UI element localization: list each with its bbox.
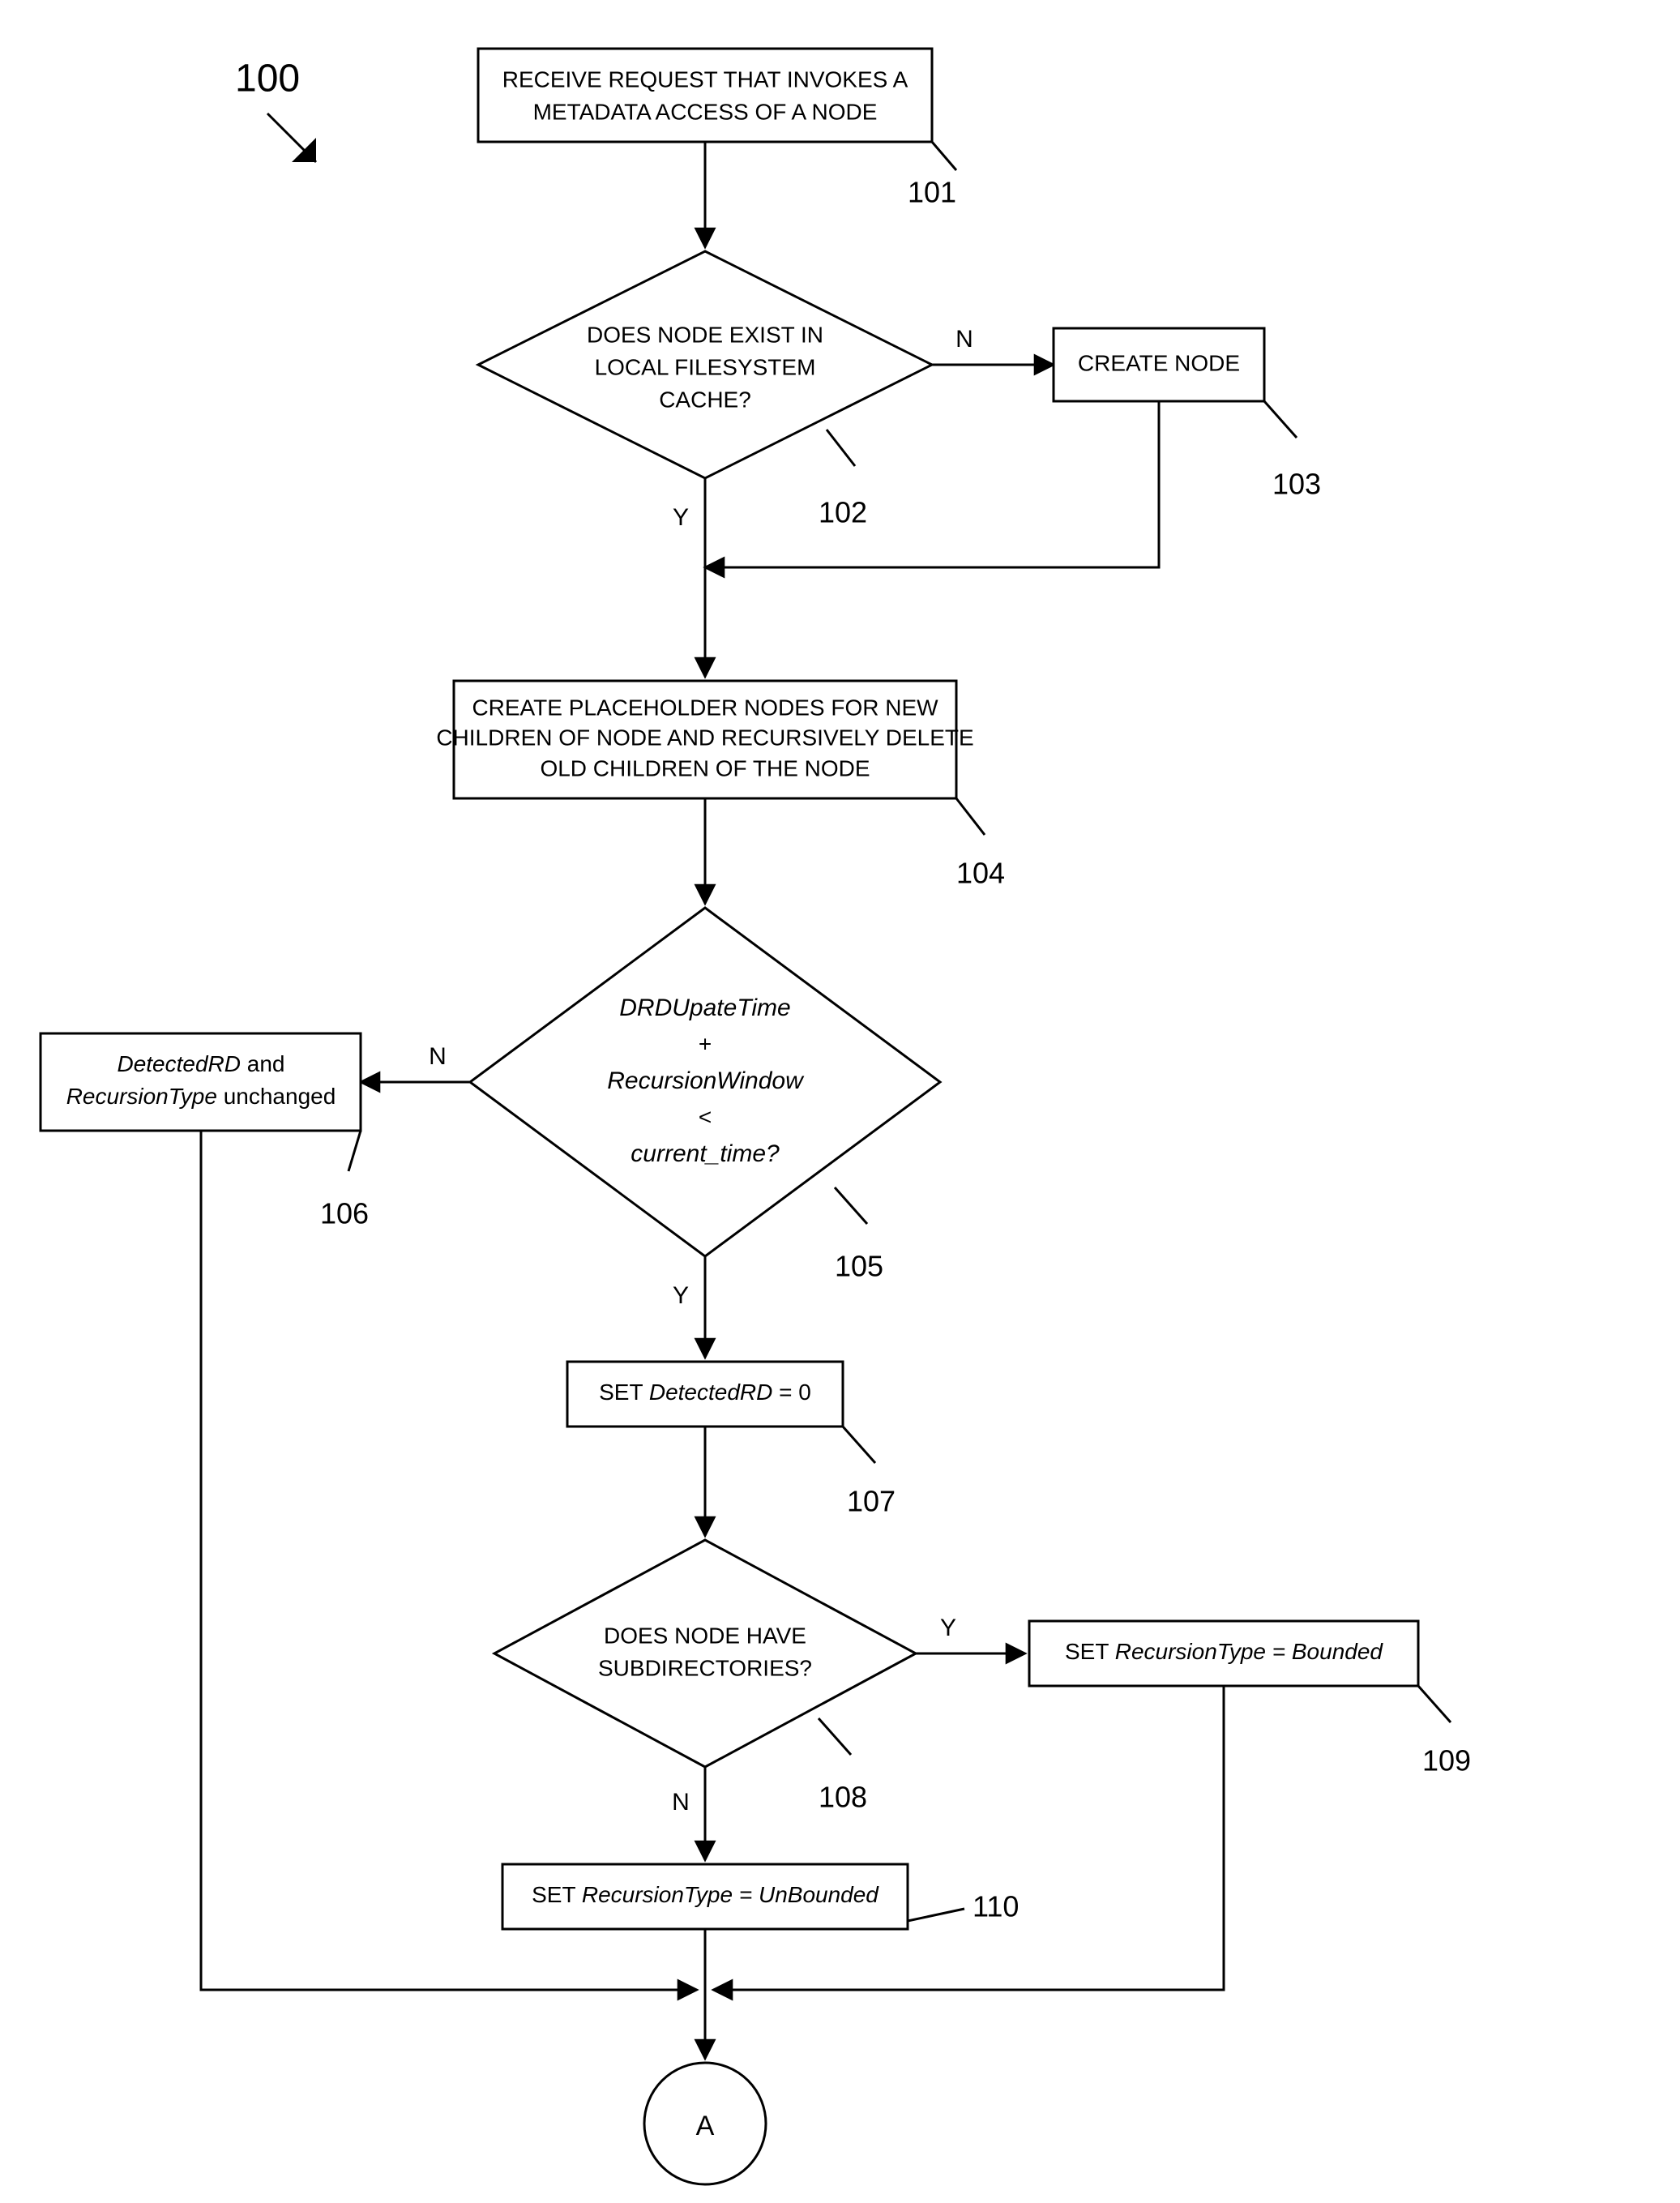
svg-text:103: 103	[1272, 468, 1321, 501]
edge-106-to-merge	[201, 1131, 697, 1990]
svg-text:N: N	[672, 1789, 690, 1816]
step-110-set-unbounded: SET RecursionType = UnBounded 110	[502, 1864, 1019, 1929]
svg-text:105: 105	[835, 1250, 883, 1283]
svg-text:SET RecursionType = UnBounded: SET RecursionType = UnBounded	[532, 1882, 879, 1907]
edge-109-to-merge	[713, 1686, 1224, 1990]
svg-text:A: A	[696, 2111, 715, 2141]
svg-text:110: 110	[973, 1890, 1019, 1923]
svg-text:<: <	[699, 1104, 712, 1129]
svg-text:107: 107	[847, 1485, 896, 1518]
step-104-create-placeholders: CREATE PLACEHOLDER NODES FOR NEW CHILDRE…	[436, 681, 1005, 890]
svg-text:RecursionType unchanged: RecursionType unchanged	[66, 1084, 336, 1109]
svg-text:104: 104	[956, 857, 1005, 890]
step-103-create-node: CREATE NODE 103	[1054, 328, 1321, 501]
svg-text:CREATE PLACEHOLDER NODES FOR N: CREATE PLACEHOLDER NODES FOR NEW	[472, 695, 938, 720]
svg-text:Y: Y	[940, 1615, 956, 1641]
svg-text:RecursionWindow: RecursionWindow	[607, 1067, 805, 1094]
svg-text:Y: Y	[673, 1282, 689, 1309]
step-107-set-detectedrd: SET DetectedRD = 0 107	[567, 1362, 896, 1518]
svg-text:106: 106	[320, 1197, 369, 1230]
edge-102-no-to-103: N	[932, 326, 1054, 365]
svg-text:METADATA ACCESS OF A NODE: METADATA ACCESS OF A NODE	[533, 99, 878, 124]
svg-text:DOES NODE HAVE: DOES NODE HAVE	[604, 1623, 806, 1648]
svg-text:Y: Y	[673, 504, 689, 531]
svg-text:101: 101	[908, 176, 956, 209]
svg-text:DetectedRD and: DetectedRD and	[117, 1051, 284, 1076]
svg-text:OLD CHILDREN OF THE NODE: OLD CHILDREN OF THE NODE	[540, 755, 870, 781]
edge-108-no: N	[672, 1767, 705, 1860]
svg-text:SET RecursionType = Bounded: SET RecursionType = Bounded	[1065, 1639, 1383, 1664]
step-101-receive-request: RECEIVE REQUEST THAT INVOKES A METADATA …	[478, 49, 956, 209]
svg-text:+: +	[699, 1031, 712, 1056]
step-109-set-bounded: SET RecursionType = Bounded 109	[1029, 1621, 1471, 1777]
svg-text:DOES NODE EXIST IN: DOES NODE EXIST IN	[587, 322, 823, 347]
svg-text:SET DetectedRD = 0: SET DetectedRD = 0	[599, 1380, 811, 1405]
edge-108-yes-to-109: Y	[916, 1615, 1025, 1653]
svg-text:SUBDIRECTORIES?: SUBDIRECTORIES?	[598, 1655, 812, 1680]
figure-label: 100	[235, 58, 316, 162]
offpage-connector-a: A	[644, 2063, 766, 2184]
svg-text:108: 108	[819, 1781, 867, 1814]
svg-text:DRDUpateTime: DRDUpateTime	[619, 995, 790, 1021]
svg-text:CACHE?: CACHE?	[659, 387, 751, 412]
edge-105-no-to-106: N	[361, 1043, 470, 1082]
svg-text:N: N	[429, 1043, 447, 1070]
svg-text:LOCAL FILESYSTEM: LOCAL FILESYSTEM	[595, 354, 816, 379]
svg-text:RECEIVE REQUEST THAT INVOKES A: RECEIVE REQUEST THAT INVOKES A	[502, 66, 908, 92]
svg-text:102: 102	[819, 496, 867, 529]
svg-text:CREATE NODE: CREATE NODE	[1078, 350, 1240, 375]
decision-105-time-check: DRDUpateTime + RecursionWindow < current…	[470, 908, 940, 1283]
step-106-unchanged: DetectedRD and RecursionType unchanged 1…	[41, 1033, 369, 1230]
edge-102-yes: Y	[673, 478, 705, 677]
svg-text:100: 100	[235, 58, 300, 101]
svg-text:current_time?: current_time?	[631, 1140, 780, 1167]
svg-text:109: 109	[1422, 1744, 1471, 1777]
svg-text:CHILDREN OF NODE AND RECURSIVE: CHILDREN OF NODE AND RECURSIVELY DELETE	[436, 725, 973, 750]
svg-text:N: N	[955, 326, 973, 353]
edge-105-yes: Y	[673, 1256, 705, 1358]
